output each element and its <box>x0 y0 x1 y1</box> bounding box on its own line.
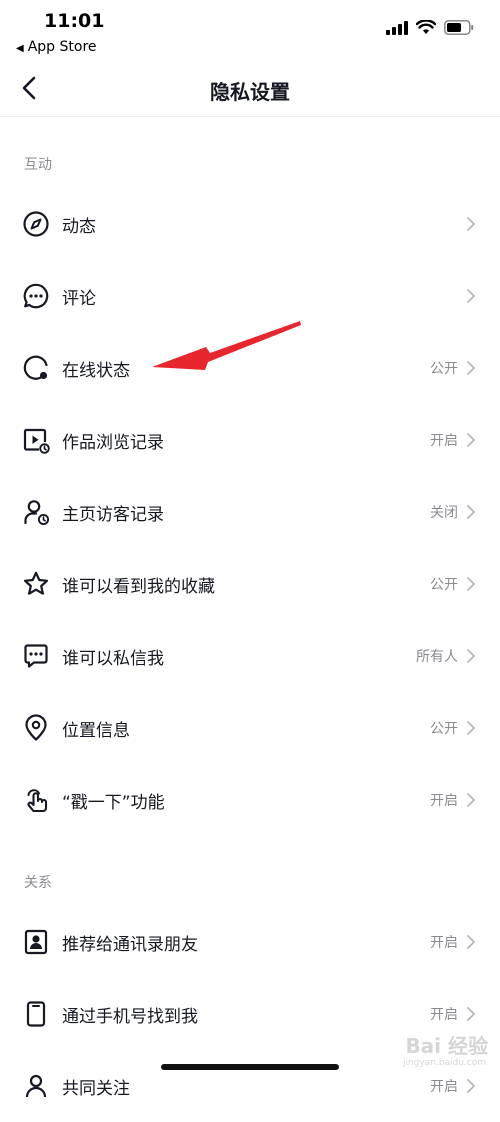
status-icons <box>386 20 474 35</box>
comment-bubble-icon <box>23 283 49 309</box>
row-private-message[interactable]: 谁可以私信我 所有人 <box>0 620 500 692</box>
row-label: 谁可以私信我 <box>62 649 164 669</box>
contact-card-icon <box>24 929 48 955</box>
chevron-right-icon <box>467 721 475 735</box>
row-value: 开启 <box>430 935 458 951</box>
status-time: 11:01 <box>44 10 105 32</box>
chevron-right-icon <box>467 1007 475 1021</box>
row-label: 共同关注 <box>62 1079 130 1099</box>
annotation-arrow <box>152 321 301 370</box>
row-value: 关闭 <box>430 505 458 521</box>
poke-hand-icon <box>27 789 48 813</box>
row-moments[interactable]: 动态 <box>0 188 500 260</box>
row-value: 开启 <box>430 1079 458 1095</box>
back-triangle-icon: ◀ <box>16 43 24 54</box>
watermark-url: jingyan.baidu.com <box>402 1058 486 1068</box>
row-label: 谁可以看到我的收藏 <box>62 577 215 597</box>
row-favorites-visibility[interactable]: 谁可以看到我的收藏 公开 <box>0 548 500 620</box>
chevron-right-icon <box>467 289 475 303</box>
people-icon <box>25 1074 47 1098</box>
row-value: 开启 <box>430 433 458 449</box>
row-video-history[interactable]: 作品浏览记录 开启 <box>0 404 500 476</box>
message-icon <box>24 644 48 668</box>
chevron-right-icon <box>467 361 475 375</box>
row-visitor-history[interactable]: 主页访客记录 关闭 <box>0 476 500 548</box>
watermark-logo: Bai 经验 <box>405 1034 488 1058</box>
row-label: 通过手机号找到我 <box>62 1007 198 1027</box>
row-label: 作品浏览记录 <box>62 433 164 453</box>
row-value: 开启 <box>430 793 458 809</box>
row-value: 所有人 <box>416 649 458 665</box>
chevron-right-icon <box>467 1079 475 1093</box>
back-to-app-link[interactable]: ◀ App Store <box>16 39 97 55</box>
row-label: 推荐给通讯录朋友 <box>62 935 198 955</box>
phone-icon <box>26 1001 46 1027</box>
chevron-right-icon <box>467 577 475 591</box>
chevron-right-icon <box>467 793 475 807</box>
section-label-relations: 关系 <box>24 875 52 891</box>
row-label: 主页访客记录 <box>62 505 164 525</box>
row-value: 公开 <box>430 577 458 593</box>
row-poke-feature[interactable]: “戳一下”功能 开启 <box>0 764 500 836</box>
visitor-icon <box>24 500 50 526</box>
row-label: 动态 <box>62 217 96 237</box>
row-value: 公开 <box>430 361 458 377</box>
row-label: 位置信息 <box>62 721 130 741</box>
page-title: 隐私设置 <box>210 80 290 104</box>
row-label: 评论 <box>62 289 96 309</box>
video-history-icon <box>23 428 50 454</box>
compass-icon <box>23 211 49 237</box>
chevron-right-icon <box>467 935 475 949</box>
section-label-interaction: 互动 <box>24 157 52 173</box>
star-icon <box>23 571 49 595</box>
row-value: 公开 <box>430 721 458 737</box>
location-pin-icon <box>25 714 47 741</box>
signal-icon <box>386 20 408 35</box>
row-location[interactable]: 位置信息 公开 <box>0 692 500 764</box>
row-recommend-contacts[interactable]: 推荐给通讯录朋友 开启 <box>0 906 500 978</box>
row-label: 在线状态 <box>62 361 130 381</box>
chevron-right-icon <box>467 649 475 663</box>
back-app-label: App Store <box>27 39 97 55</box>
status-bar: 11:01 ◀ App Store <box>0 0 500 62</box>
online-status-icon <box>23 355 48 380</box>
nav-bar: 隐私设置 <box>0 62 500 117</box>
row-label: “戳一下”功能 <box>62 793 165 813</box>
home-indicator[interactable] <box>161 1064 339 1070</box>
row-value: 开启 <box>430 1007 458 1023</box>
chevron-right-icon <box>467 217 475 231</box>
chevron-right-icon <box>467 433 475 447</box>
chevron-right-icon <box>467 505 475 519</box>
wifi-icon <box>416 20 436 34</box>
battery-icon <box>444 20 474 35</box>
